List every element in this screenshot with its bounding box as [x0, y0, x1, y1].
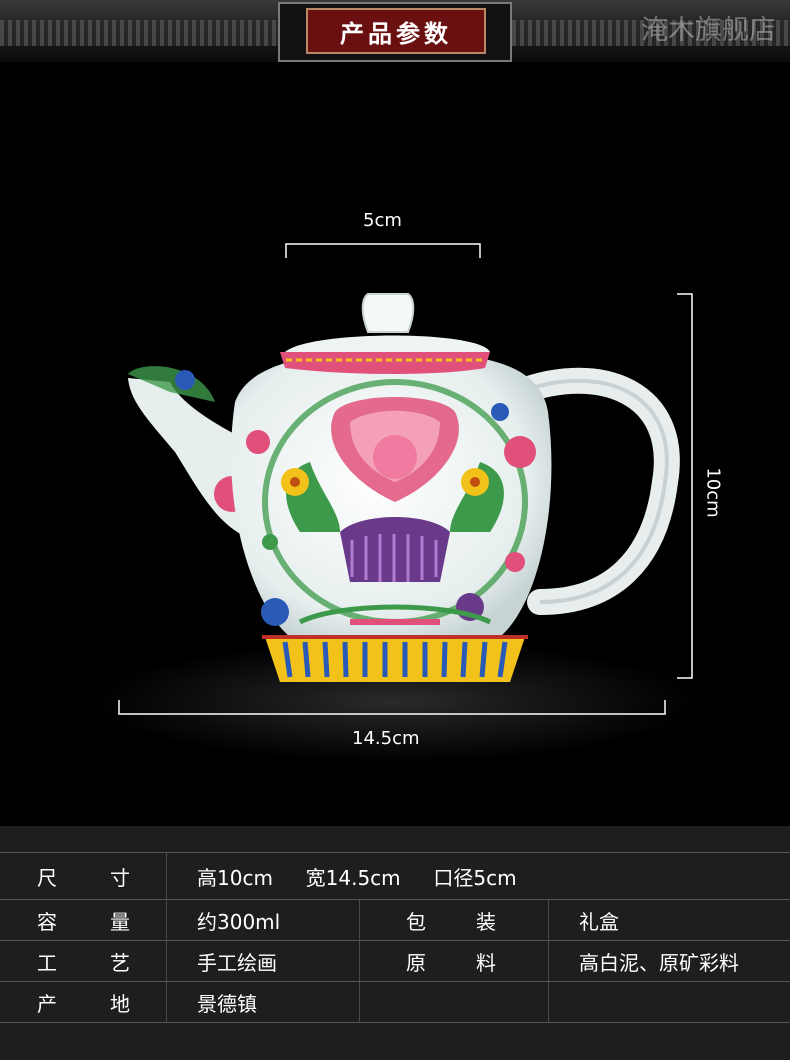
empty-cell — [548, 981, 790, 1023]
teapot-illustration — [95, 243, 695, 762]
label-char: 地 — [110, 991, 130, 1016]
spec-table: 尺寸 高10cm 宽14.5cm 口径5cm 容量 约300ml 包装 礼盒 工… — [0, 852, 790, 1023]
label-char: 量 — [110, 909, 130, 934]
spec-section: 尺寸 高10cm 宽14.5cm 口径5cm 容量 约300ml 包装 礼盒 工… — [0, 826, 790, 1060]
size-height-value: 高10cm — [197, 865, 273, 890]
size-mouth-value: 口径5cm — [433, 865, 517, 890]
spec-value-origin: 景德镇 — [166, 981, 360, 1023]
mouth-dimension-line — [285, 243, 481, 258]
label-char: 艺 — [110, 950, 130, 975]
spec-value-craft: 手工绘画 — [166, 940, 360, 982]
spec-label-material: 原料 — [359, 940, 549, 982]
width-dimension-label: 14.5cm — [352, 728, 420, 749]
table-row: 工艺 手工绘画 原料 高白泥、原矿彩料 — [0, 940, 790, 982]
label-char: 装 — [476, 909, 496, 934]
store-watermark: 淹木旗舰店 — [641, 15, 776, 46]
spout-flower — [175, 370, 195, 390]
table-row: 容量 约300ml 包装 礼盒 — [0, 899, 790, 941]
label-char: 寸 — [110, 865, 130, 890]
size-width-value: 宽14.5cm — [305, 865, 401, 890]
spec-label-origin: 产地 — [0, 981, 167, 1023]
lid-knob — [361, 293, 415, 333]
header-banner: 产品参数 淹木旗舰店 — [0, 0, 790, 62]
label-char: 料 — [476, 950, 496, 975]
title-plaque: 产品参数 — [306, 8, 486, 54]
spec-value-size: 高10cm 宽14.5cm 口径5cm — [166, 852, 790, 900]
table-row: 尺寸 高10cm 宽14.5cm 口径5cm — [0, 852, 790, 900]
spec-label-capacity: 容量 — [0, 899, 167, 941]
lid-rim — [280, 352, 490, 374]
spec-value-material: 高白泥、原矿彩料 — [548, 940, 790, 982]
label-char: 容 — [37, 909, 57, 934]
page-title: 产品参数 — [340, 18, 452, 48]
table-row: 产地 景德镇 — [0, 981, 790, 1023]
empty-cell — [359, 981, 549, 1023]
spec-value-capacity: 约300ml — [166, 899, 360, 941]
label-char: 包 — [406, 909, 426, 934]
spec-label-size: 尺寸 — [0, 852, 167, 900]
height-dimension-line — [677, 293, 693, 679]
height-dimension-label: 10cm — [702, 467, 724, 518]
label-char: 产 — [37, 991, 57, 1016]
label-char: 尺 — [37, 865, 57, 890]
product-photo: 5cm 10cm 14.5cm — [0, 62, 790, 826]
label-char: 工 — [37, 950, 57, 975]
spec-label-craft: 工艺 — [0, 940, 167, 982]
label-char: 原 — [406, 950, 426, 975]
teapot-lid — [285, 335, 490, 352]
spec-label-packaging: 包装 — [359, 899, 549, 941]
mouth-dimension-label: 5cm — [363, 210, 402, 231]
spec-value-packaging: 礼盒 — [548, 899, 790, 941]
